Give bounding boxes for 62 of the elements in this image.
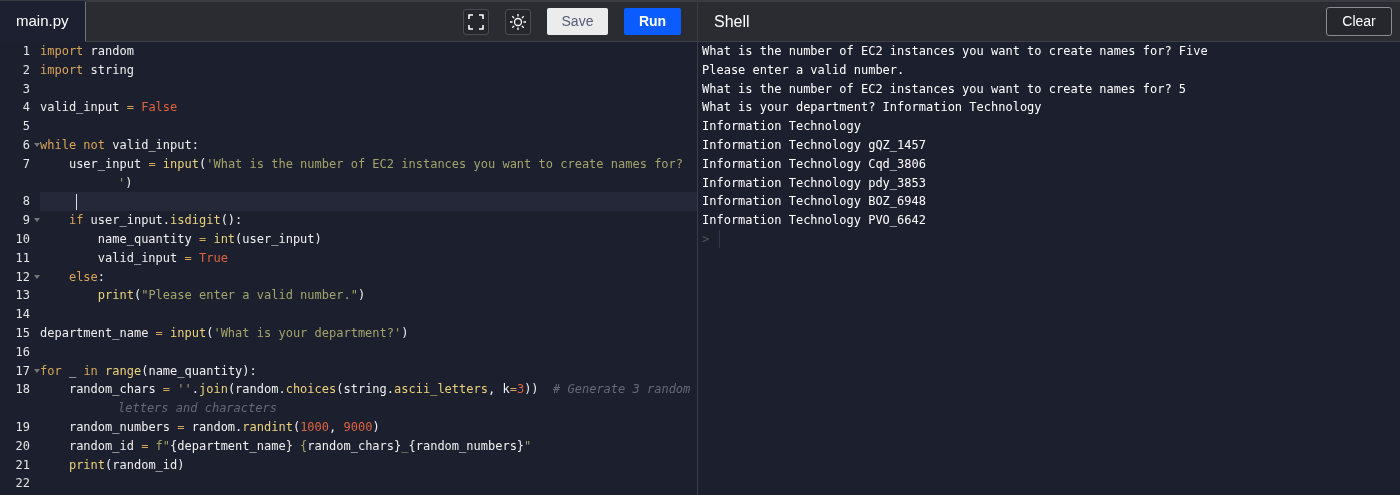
line-number: 11	[15, 249, 31, 267]
code-line: random_numbers = random.randint(1000, 9000)	[67, 419, 380, 434]
line-number: 8	[22, 193, 31, 211]
line-number: 3	[22, 80, 31, 98]
line-number: 9	[22, 212, 31, 230]
code-line: department_name = input('What is your department?')	[40, 325, 409, 340]
fullscreen-icon	[468, 13, 484, 30]
output-line: Information Technology pdy_3853	[702, 174, 927, 192]
fold-caret-icon[interactable]	[34, 368, 40, 373]
line-number: 2	[22, 61, 31, 79]
fold-caret-icon[interactable]	[34, 218, 40, 223]
sun-icon	[509, 12, 527, 31]
output-line: Information Technology Cqd_3806	[702, 155, 927, 173]
code-line: for _ in range(name_quantity):	[40, 363, 257, 378]
code-line: if user_input.isdigit():	[67, 213, 243, 228]
line-number: 13	[15, 287, 31, 305]
line-number: 22	[15, 475, 31, 493]
line-number: 21	[15, 456, 31, 474]
line-number: 19	[15, 418, 31, 436]
code-line: random_chars = ''.join(random.choices(string.ascii_letters, k=3)) # Generate 3 random letters and characters	[67, 382, 692, 416]
output-line: Information Technology BOZ_6948	[702, 193, 927, 211]
code-line: print(random_id)	[67, 457, 185, 472]
fullscreen-button[interactable]	[463, 8, 489, 35]
save-button[interactable]: Save	[547, 8, 608, 35]
code-line: print("Please enter a valid number.")	[96, 288, 366, 303]
shell-prompt: >	[702, 229, 720, 248]
output-line: What is your department? Information Technology	[702, 99, 1043, 117]
file-tab[interactable]: main.py	[0, 1, 85, 42]
code-line: valid_input = False	[40, 100, 178, 115]
line-number: 20	[15, 437, 31, 455]
code-line: while not valid_input:	[40, 138, 199, 152]
output-line: Information Technology	[702, 118, 862, 136]
line-number: 7	[22, 155, 31, 173]
code-line: user_input = input('What is the number of EC2 instances you want to create names for? ')	[67, 156, 685, 190]
output-line: Information Technology gQZ_1457	[702, 137, 927, 154]
output-line: What is the number of EC2 instances you want to create names for? Five	[702, 43, 1209, 60]
output-line: Information Technology PVO_6642	[702, 212, 927, 230]
output-line: Please enter a valid number.	[702, 61, 906, 79]
code-line: valid_input = True	[96, 250, 228, 265]
line-number: 1	[22, 43, 31, 60]
line-number: 12	[15, 268, 31, 286]
line-number: 18	[15, 381, 31, 399]
clear-button[interactable]: Clear	[1326, 7, 1392, 36]
line-number: 14	[15, 306, 31, 324]
output-line: What is the number of EC2 instances you want to create names for? 5	[702, 80, 1188, 98]
line-number: 17	[15, 362, 31, 380]
theme-button[interactable]	[505, 8, 531, 35]
line-number: 5	[22, 118, 31, 136]
fold-caret-icon[interactable]	[34, 274, 40, 279]
line-number: 6	[22, 137, 31, 154]
run-button[interactable]: Run	[624, 8, 681, 35]
line-number: 15	[15, 324, 31, 342]
shell-title: Shell	[713, 11, 750, 32]
line-number: 16	[15, 343, 31, 361]
code-line: else:	[67, 269, 106, 284]
code-line: random_id = f"{department_name} {random_chars}_{random_numbers}"	[67, 438, 532, 453]
code-line: import random	[40, 44, 134, 58]
code-line: import string	[40, 62, 134, 77]
line-number: 10	[15, 230, 31, 248]
line-number: 4	[22, 99, 31, 117]
code-line: name_quantity = int(user_input)	[96, 231, 322, 246]
fold-caret-icon[interactable]	[34, 143, 40, 147]
